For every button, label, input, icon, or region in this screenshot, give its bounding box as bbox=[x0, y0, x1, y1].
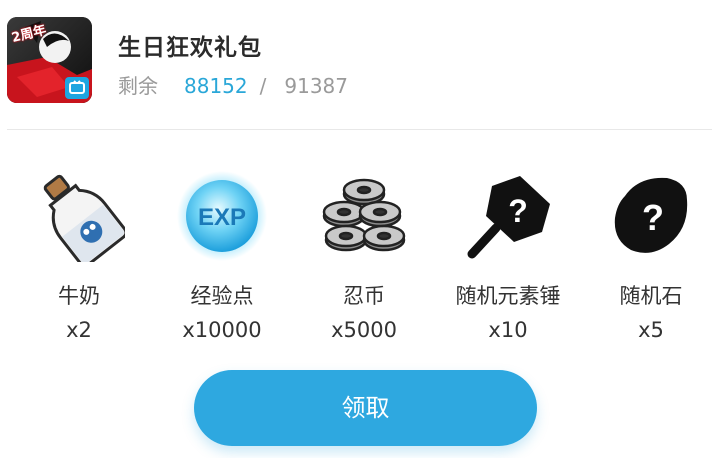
gift-item-hammer: ? 随机元素锤 x10 bbox=[438, 170, 578, 342]
gift-item-exp: EXP 经验点 x10000 bbox=[152, 170, 292, 342]
remain-label: 剩余 bbox=[118, 74, 158, 98]
gift-title: 生日狂欢礼包 bbox=[118, 35, 262, 61]
exp-orb-icon: EXP bbox=[176, 170, 268, 262]
item-quantity: x2 bbox=[66, 318, 92, 342]
item-name: 牛奶 bbox=[58, 284, 100, 308]
item-name: 忍币 bbox=[343, 284, 385, 308]
gift-items-list: 牛奶 x2 EXP 经验点 x10000 忍币 x5000 ? 随机元素锤 x1… bbox=[0, 170, 712, 350]
divider bbox=[7, 129, 712, 130]
count-separator: / bbox=[259, 74, 267, 98]
gift-item-coins: 忍币 x5000 bbox=[294, 170, 434, 342]
gift-pack-page: 2周年 生日狂欢礼包 剩余 88152 / 91387 牛奶 x2 EXP 经验点 … bbox=[0, 0, 712, 458]
item-quantity: x5000 bbox=[331, 318, 397, 342]
remain-count: 88152 bbox=[184, 74, 248, 98]
gift-item-milk: 牛奶 x2 bbox=[9, 170, 149, 342]
exp-label: EXP bbox=[198, 204, 246, 231]
remaining-counter: 剩余 88152 / 91387 bbox=[118, 70, 348, 99]
item-quantity: x5 bbox=[638, 318, 664, 342]
item-name: 随机元素锤 bbox=[455, 284, 561, 308]
item-name: 经验点 bbox=[190, 284, 254, 308]
item-name: 随机石 bbox=[619, 284, 683, 308]
game-icon: 2周年 bbox=[7, 17, 92, 103]
ninja-coins-icon bbox=[318, 170, 410, 262]
total-count: 91387 bbox=[284, 74, 348, 98]
claim-button[interactable]: 领取 bbox=[194, 370, 537, 446]
random-hammer-icon: ? bbox=[462, 170, 554, 262]
hammer-question-mark: ? bbox=[508, 193, 528, 229]
stone-question-mark: ? bbox=[642, 197, 664, 238]
milk-bottle-icon bbox=[33, 170, 128, 268]
random-stone-icon: ? bbox=[605, 170, 697, 262]
item-quantity: x10000 bbox=[182, 318, 262, 342]
gift-item-stone: ? 随机石 x5 bbox=[581, 170, 712, 342]
item-quantity: x10 bbox=[488, 318, 528, 342]
